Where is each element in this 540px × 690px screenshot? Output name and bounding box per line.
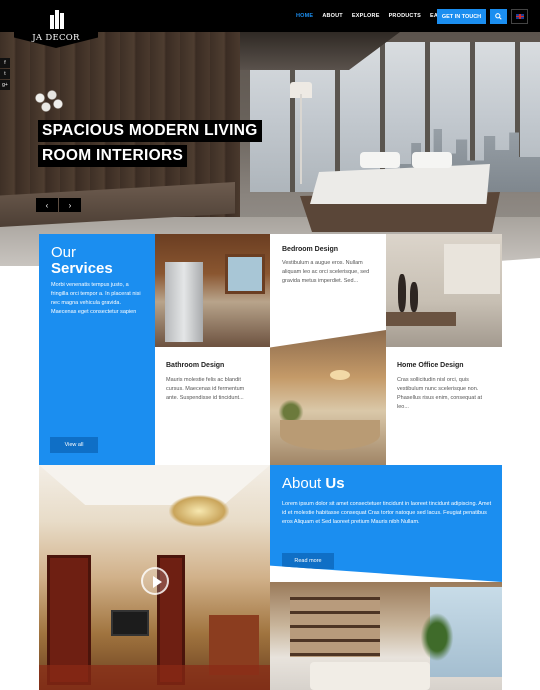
facebook-icon[interactable]: f [0, 58, 10, 68]
search-icon [495, 13, 502, 20]
slider-next-button[interactable]: › [59, 198, 81, 212]
uk-flag-icon [515, 14, 524, 19]
living-room-vases-image[interactable] [386, 234, 502, 347]
kitchen-image[interactable] [155, 234, 270, 347]
nav-item-explore[interactable]: EXPLORE [352, 13, 380, 19]
services-panel: Our Services Morbi venenatis tempus just… [39, 234, 155, 465]
nav-item-about[interactable]: ABOUT [322, 13, 343, 19]
play-video-button[interactable] [141, 567, 169, 595]
services-description: Morbi venenatis tempus justo, a fringill… [51, 282, 141, 315]
service-card-bathroom[interactable]: Bathroom Design Mauris molestie felis ac… [155, 347, 270, 465]
get-in-touch-button[interactable]: GET IN TOUCH [437, 9, 486, 24]
building-logo-icon [50, 10, 64, 29]
service-title[interactable]: Home Office Design [397, 362, 464, 369]
about-panel: About Us Lorem ipsum dolor sit amet cons… [270, 465, 502, 582]
spa-room-image[interactable] [270, 330, 386, 465]
google-plus-icon[interactable]: g+ [0, 80, 10, 90]
chevron-left-icon: ‹ [45, 200, 49, 210]
service-description: Cras sollicitudin nisl orci, quis vestib… [397, 377, 482, 410]
services-heading: Our Services [51, 244, 113, 277]
slider-prev-button[interactable]: ‹ [36, 198, 58, 212]
nav-item-home[interactable]: HOME [296, 13, 313, 19]
service-title[interactable]: Bathroom Design [166, 362, 224, 369]
view-all-button[interactable]: View all [50, 437, 98, 453]
twitter-icon[interactable]: t [0, 69, 10, 79]
nav-item-products[interactable]: PRODUCTS [389, 13, 421, 19]
hero-slider: f t g+ SPACIOUS MODERN LIVING ROOM INTER… [0, 32, 540, 266]
hero-title-line-1: SPACIOUS MODERN LIVING [38, 120, 262, 142]
hero-title-line-2: ROOM INTERIORS [38, 145, 188, 167]
read-more-button[interactable]: Read more [282, 553, 334, 569]
search-button[interactable] [490, 9, 507, 24]
about-heading: About Us [282, 475, 345, 492]
modern-interior-image [270, 582, 502, 690]
about-description: Lorem ipsum dolor sit amet consectetuer … [282, 501, 492, 525]
chevron-right-icon: › [68, 200, 72, 210]
service-description: Mauris molestie felis ac blandit cursus.… [166, 377, 245, 401]
service-card-bedroom[interactable]: Bedroom Design Vestibulum a augue eros. … [270, 234, 386, 347]
service-card-home-office[interactable]: Home Office Design Cras sollicitudin nis… [386, 347, 502, 465]
language-switcher[interactable] [511, 9, 528, 24]
service-description: Vestibulum a augue eros. Nullam aliquam … [282, 260, 370, 284]
hero-plant-image [28, 86, 68, 116]
service-title[interactable]: Bedroom Design [282, 246, 338, 253]
